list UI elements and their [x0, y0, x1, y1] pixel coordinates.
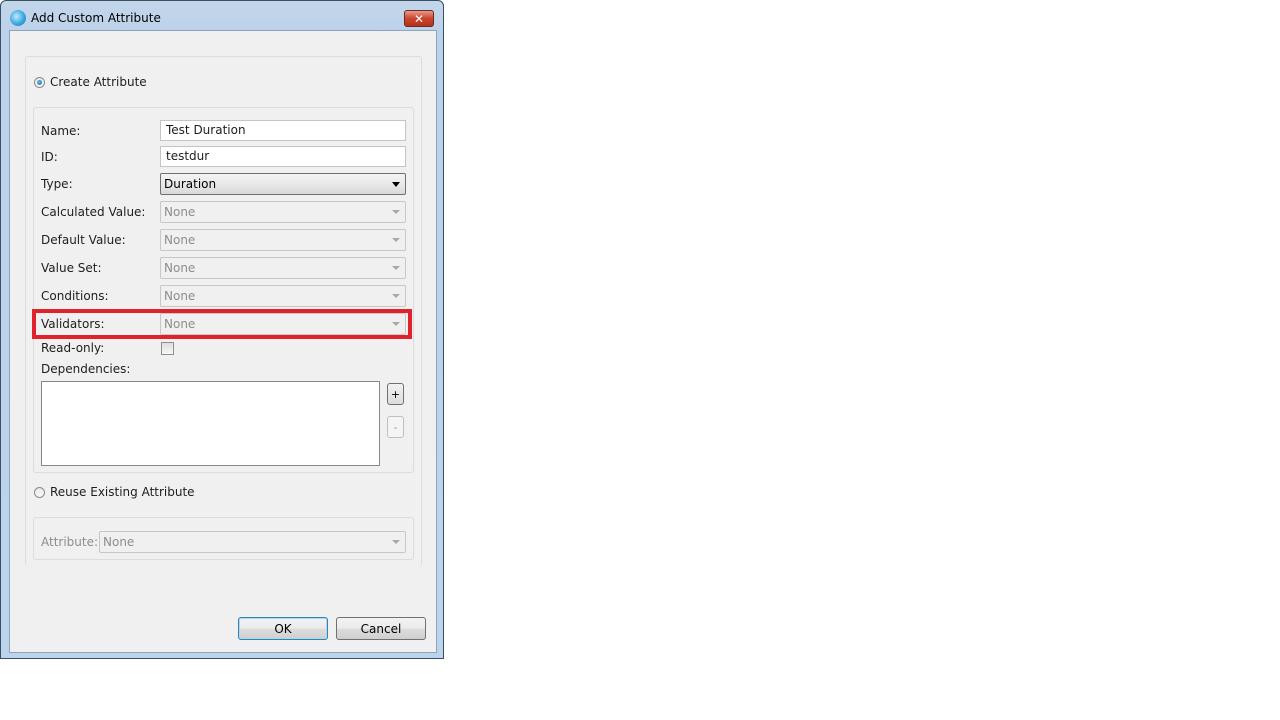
plus-icon: +	[390, 387, 401, 401]
minus-icon: -	[393, 420, 398, 434]
type-dropdown[interactable]: Duration	[160, 173, 406, 195]
ok-button[interactable]: OK	[238, 617, 328, 640]
calculated-value-dropdown[interactable]: None	[160, 201, 406, 223]
chevron-down-icon	[392, 266, 400, 270]
remove-dependency-button[interactable]: -	[387, 416, 404, 438]
cancel-button[interactable]: Cancel	[336, 617, 426, 640]
chevron-down-icon	[392, 322, 400, 326]
conditions-label: Conditions:	[41, 289, 109, 303]
create-attribute-label[interactable]: Create Attribute	[50, 75, 147, 89]
id-input[interactable]: testdur	[160, 146, 406, 167]
default-value-dropdown[interactable]: None	[160, 229, 406, 251]
read-only-label: Read-only:	[41, 341, 105, 355]
attribute-label: Attribute:	[41, 535, 99, 549]
attribute-value: None	[103, 535, 135, 549]
reuse-attribute-label[interactable]: Reuse Existing Attribute	[50, 485, 195, 499]
name-label: Name:	[41, 124, 81, 138]
chevron-down-icon	[392, 238, 400, 242]
id-label: ID:	[41, 150, 58, 164]
read-only-checkbox[interactable]	[161, 342, 174, 355]
value-set-label: Value Set:	[41, 261, 102, 275]
conditions-dropdown[interactable]: None	[160, 285, 406, 307]
type-label: Type:	[41, 177, 73, 191]
chevron-down-icon	[392, 210, 400, 214]
app-globe-icon	[10, 10, 26, 26]
add-dependency-button[interactable]: +	[387, 383, 404, 405]
default-value-label: Default Value:	[41, 233, 126, 247]
create-attribute-radio[interactable]	[34, 77, 45, 88]
validators-label: Validators:	[41, 317, 105, 331]
calculated-value-value: None	[164, 205, 196, 219]
value-set-value: None	[164, 261, 196, 275]
name-input[interactable]: Test Duration	[160, 120, 406, 141]
reuse-attribute-radio[interactable]	[34, 487, 45, 498]
chevron-down-icon	[392, 294, 400, 298]
dialog-title: Add Custom Attribute	[31, 11, 161, 25]
dependencies-label: Dependencies:	[41, 362, 131, 376]
close-icon: ✕	[413, 11, 425, 26]
add-custom-attribute-dialog: Add Custom Attribute ✕ Create Attribute …	[0, 0, 444, 659]
dependencies-list[interactable]	[41, 381, 380, 466]
attribute-dropdown[interactable]: None	[99, 531, 406, 553]
validators-value: None	[164, 317, 196, 331]
chevron-down-icon	[392, 182, 400, 187]
close-button[interactable]: ✕	[404, 10, 434, 27]
conditions-value: None	[164, 289, 196, 303]
type-value: Duration	[164, 177, 217, 191]
calculated-value-label: Calculated Value:	[41, 205, 146, 219]
title-bar: Add Custom Attribute ✕	[1, 1, 443, 31]
value-set-dropdown[interactable]: None	[160, 257, 406, 279]
chevron-down-icon	[392, 540, 400, 544]
default-value-value: None	[164, 233, 196, 247]
dialog-body: Create Attribute Name: Test Duration ID:…	[9, 30, 437, 653]
validators-dropdown[interactable]: None	[160, 313, 406, 335]
